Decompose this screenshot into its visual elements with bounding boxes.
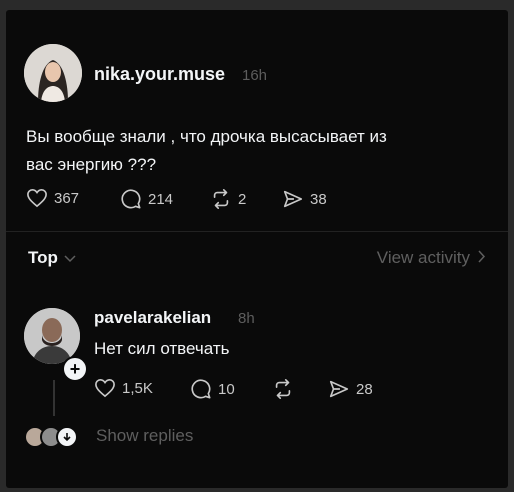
follow-plus-icon[interactable]: + [62,356,88,382]
author-avatar[interactable] [24,44,82,102]
repost-button[interactable]: 2 [210,188,246,210]
comment-icon [120,188,142,210]
comment-icon [190,378,212,400]
view-activity-label: View activity [376,248,470,267]
divider [6,231,508,232]
post-text-line-1: Вы вообще знали , что дрочка высасывает … [26,127,387,146]
share-button[interactable]: 38 [282,188,327,210]
repost-icon [210,188,232,210]
top-edge [0,0,514,10]
heart-icon [26,188,48,208]
comment-count: 214 [148,190,174,208]
threads-post-view: nika.your.muse 16h Вы вообще знали , что… [6,10,508,488]
chevron-right-icon [478,248,486,268]
share-icon [328,378,350,400]
sort-label: Top [28,248,58,267]
comment-button[interactable]: 214 [120,188,173,210]
reply-like-button[interactable]: 1,5K [94,378,153,398]
post-text-line-2: вас энергию ??? [26,155,157,174]
heart-icon [94,378,116,398]
view-activity-link[interactable]: View activity [377,248,486,268]
reply-text: Нет сил отвечать [94,339,230,358]
like-button[interactable]: 367 [26,188,79,208]
reply-share-button[interactable]: 28 [328,378,373,400]
post-timestamp: 16h [242,67,268,84]
author-username[interactable]: nika.your.muse [94,64,225,85]
reply-share-count: 28 [356,380,373,398]
reply-comment-button[interactable]: 10 [190,378,235,400]
reply-username[interactable]: pavelarakelian [94,308,211,328]
show-replies-link[interactable]: Show replies [96,426,193,446]
reply-comment-count: 10 [218,380,235,398]
repost-count: 2 [238,190,247,208]
chevron-down-icon [64,248,76,268]
reply-timestamp: 8h [238,310,255,327]
thread-line [53,380,55,416]
like-count: 367 [54,189,80,207]
reply-like-count: 1,5K [122,379,153,397]
arrow-down-icon [56,426,78,448]
replier-avatars[interactable] [24,426,78,448]
reply-repost-button[interactable] [272,378,294,400]
repost-icon [272,378,294,400]
share-count: 38 [310,190,327,208]
sort-dropdown[interactable]: Top [28,248,76,268]
share-icon [282,188,304,210]
